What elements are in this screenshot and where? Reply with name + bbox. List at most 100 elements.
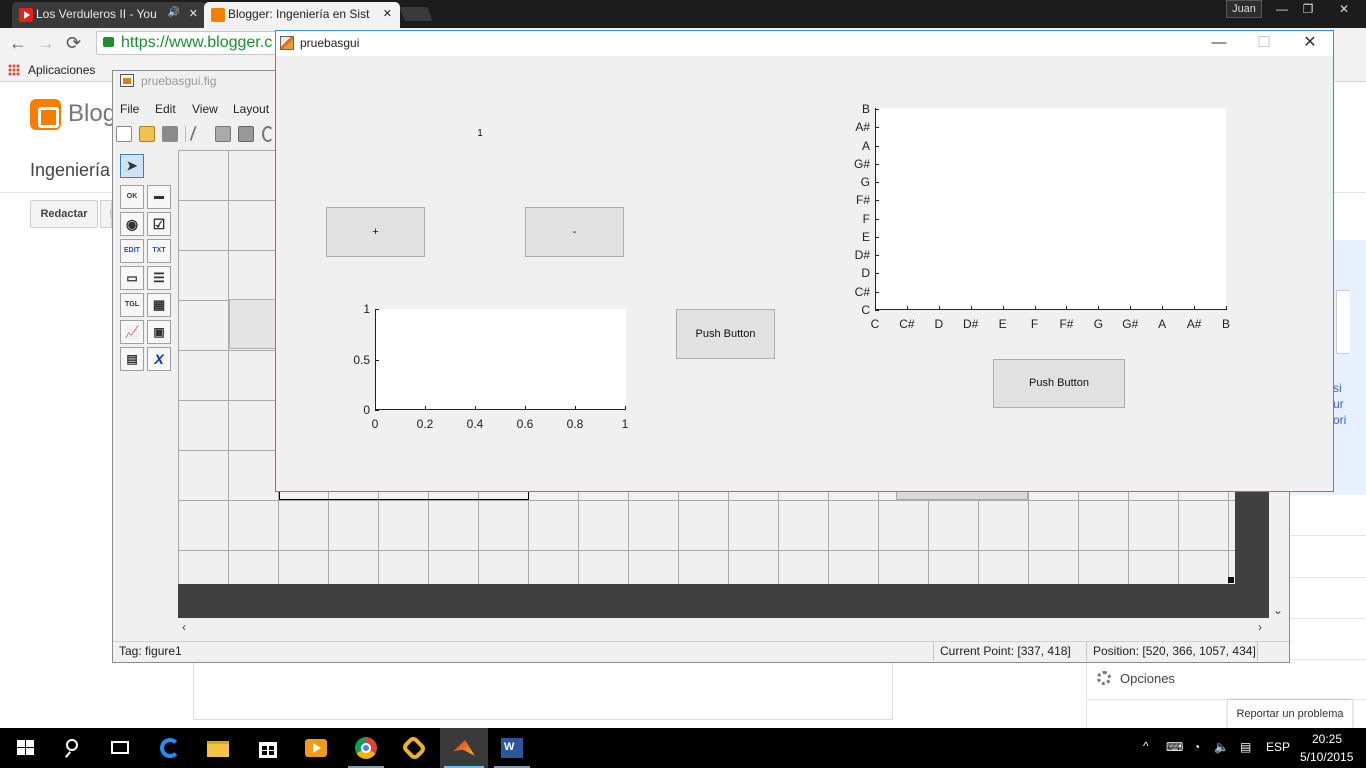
menu-layout[interactable]: Layout xyxy=(233,102,269,116)
buttongroup-tool-icon[interactable]: ▤ xyxy=(120,347,144,371)
new-file-icon[interactable] xyxy=(116,126,132,142)
fig-file-icon xyxy=(120,74,134,87)
select-tool-icon[interactable]: ➤ xyxy=(120,154,144,178)
copy-icon[interactable] xyxy=(215,126,231,142)
figure-title: pruebasgui xyxy=(300,36,360,50)
info-text-fragment: si ur ori xyxy=(1333,381,1347,427)
resize-handle[interactable] xyxy=(1228,577,1234,583)
youtube-favicon-icon xyxy=(19,8,33,22)
x-tick-label: 1 xyxy=(621,417,629,431)
slider-tool-icon[interactable]: ▬ xyxy=(147,185,171,209)
minus-button[interactable]: - xyxy=(525,207,624,257)
tab-youtube[interactable]: Los Verduleros II - You 🔊 ✕ xyxy=(12,2,206,28)
apps-grid-icon[interactable] xyxy=(8,64,20,76)
pushbutton-tool-icon[interactable]: OK xyxy=(120,185,144,209)
back-icon[interactable]: ← xyxy=(9,33,27,54)
edittext-tool-icon[interactable]: EDIT xyxy=(120,239,144,263)
lock-icon xyxy=(103,37,114,47)
options-link[interactable]: Opciones xyxy=(1120,671,1175,686)
togglebutton-tool-icon[interactable]: TGL xyxy=(120,293,144,317)
x-tick-mark xyxy=(938,306,940,310)
close-icon[interactable]: ✕ xyxy=(1287,33,1333,55)
compose-button[interactable]: Redactar xyxy=(30,200,98,228)
word-icon[interactable]: W xyxy=(500,736,524,760)
undo-icon[interactable] xyxy=(262,126,274,142)
menu-view[interactable]: View xyxy=(192,102,218,116)
gear-icon[interactable] xyxy=(1097,671,1111,685)
matlab-icon[interactable] xyxy=(452,736,476,760)
restore-icon[interactable]: ❐ xyxy=(1294,0,1322,18)
post-editor-card xyxy=(193,660,893,720)
axes-tool-icon[interactable]: 📈 xyxy=(120,320,144,344)
new-tab-button[interactable] xyxy=(399,7,433,21)
notifications-icon[interactable]: ▤ xyxy=(1240,740,1251,754)
statictext-tool-icon[interactable]: TXT xyxy=(147,239,171,263)
app-yellow-icon[interactable] xyxy=(400,734,428,762)
minimize-icon[interactable]: — xyxy=(1268,0,1296,18)
chrome-icon[interactable] xyxy=(354,736,378,760)
scroll-down-icon[interactable]: ⌄ xyxy=(1273,603,1283,617)
x-tick-label: 0 xyxy=(371,417,379,431)
y-tick-mark xyxy=(375,410,379,411)
y-tick-label: 0 xyxy=(363,403,370,417)
activex-tool-icon[interactable]: X xyxy=(147,347,171,371)
keyboard-icon[interactable]: ⌨ xyxy=(1166,740,1183,754)
store-icon[interactable] xyxy=(256,736,280,760)
y-tick-mark xyxy=(875,310,879,311)
push-button[interactable]: Push Button xyxy=(993,359,1125,408)
x-tick-label: B xyxy=(1221,317,1230,331)
profile-button[interactable]: Juan xyxy=(1226,0,1262,18)
secondary-button[interactable]: I xyxy=(100,200,112,228)
network-icon[interactable]: ◔ xyxy=(1193,740,1200,754)
tab-close-icon[interactable]: ✕ xyxy=(189,7,198,20)
table-tool-icon[interactable]: ▦ xyxy=(147,293,171,317)
tab-blogger[interactable]: Blogger: Ingeniería en Sist ✕ xyxy=(204,2,400,28)
push-button[interactable]: Push Button xyxy=(676,309,775,359)
scroll-left-icon[interactable]: ‹ xyxy=(182,620,186,634)
maximize-icon[interactable]: ☐ xyxy=(1241,33,1287,55)
y-tick-label: D xyxy=(861,266,870,281)
x-tick-mark xyxy=(575,406,576,410)
text-box[interactable] xyxy=(1336,290,1350,354)
component-palette: ➤ OK ▬ ◉ ☑ EDIT TXT ▭ ☰ TGL ▦ 📈 ▣ ▤ X xyxy=(116,150,176,620)
axes-plot-2[interactable] xyxy=(875,108,1226,310)
menu-file[interactable]: File xyxy=(120,102,139,116)
clock-date[interactable]: 5/10/2015 xyxy=(1300,750,1353,764)
y-tick-label: E xyxy=(861,229,870,244)
tab-close-icon[interactable]: ✕ xyxy=(383,7,392,20)
axes-plot-1[interactable] xyxy=(375,309,626,410)
minimize-icon[interactable]: — xyxy=(1196,33,1242,55)
reload-icon[interactable]: ⟳ xyxy=(66,33,81,54)
tray-chevron-icon[interactable]: ^ xyxy=(1143,739,1149,753)
panel-tool-icon[interactable]: ▣ xyxy=(147,320,171,344)
scroll-right-icon[interactable]: › xyxy=(1258,620,1262,634)
task-view-icon[interactable] xyxy=(108,736,132,760)
windows-start-icon[interactable] xyxy=(14,736,38,760)
popupmenu-tool-icon[interactable]: ▭ xyxy=(120,266,144,290)
volume-icon[interactable]: 🔈 xyxy=(1214,740,1229,754)
save-icon[interactable] xyxy=(162,126,178,142)
address-bar[interactable]: https://www.blogger.c xyxy=(96,31,286,55)
menu-edit[interactable]: Edit xyxy=(155,102,176,116)
layout-pushbutton[interactable] xyxy=(229,299,277,349)
close-icon[interactable]: ✕ xyxy=(1326,0,1362,18)
media-player-icon[interactable] xyxy=(304,736,328,760)
paste-icon[interactable] xyxy=(238,126,254,142)
x-tick-label: 0.2 xyxy=(416,417,434,431)
url-text: https://www.blogger.c xyxy=(121,34,273,51)
clock-time[interactable]: 20:25 xyxy=(1312,732,1342,746)
open-folder-icon[interactable] xyxy=(139,126,155,142)
search-icon[interactable] xyxy=(62,736,86,760)
plus-button[interactable]: + xyxy=(326,207,425,257)
radiobutton-tool-icon[interactable]: ◉ xyxy=(120,212,144,236)
report-problem-button[interactable]: Reportar un problema xyxy=(1228,700,1352,728)
checkbox-tool-icon[interactable]: ☑ xyxy=(147,212,171,236)
file-explorer-icon[interactable] xyxy=(206,736,230,760)
x-tick-mark xyxy=(970,306,972,310)
forward-icon[interactable]: → xyxy=(37,33,55,54)
bookmark-apps[interactable]: Aplicaciones xyxy=(28,63,95,77)
language-indicator[interactable]: ESP xyxy=(1266,740,1290,754)
listbox-tool-icon[interactable]: ☰ xyxy=(147,266,171,290)
edge-icon[interactable] xyxy=(158,736,182,760)
y-tick-mark xyxy=(875,200,879,202)
